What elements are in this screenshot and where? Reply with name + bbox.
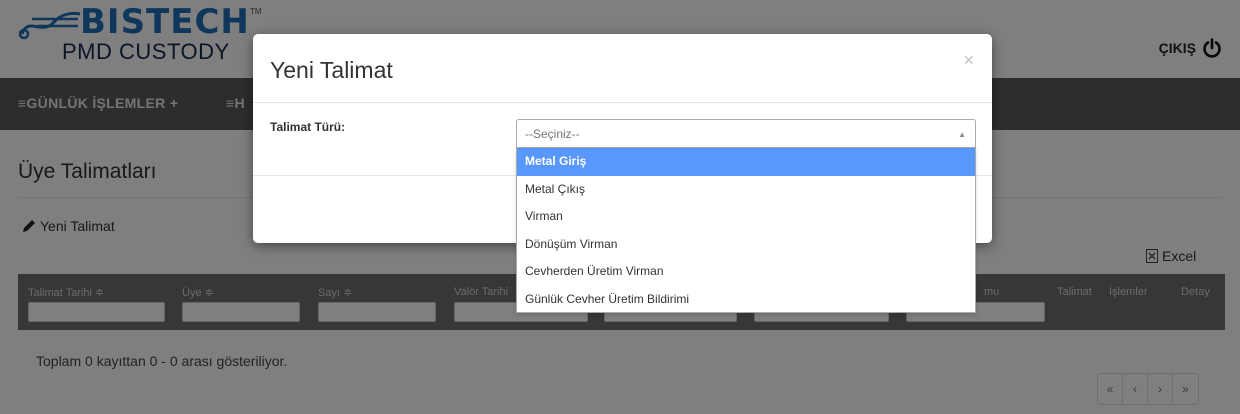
select-current-value: --Seçiniz-- (525, 127, 580, 141)
instruction-type-dropdown: Metal Giriş Metal Çıkış Virman Dönüşüm V… (516, 148, 976, 313)
option-daily-ore-production-report[interactable]: Günlük Cevher Üretim Bildirimi (517, 286, 975, 314)
modal-title: Yeni Talimat (270, 57, 393, 83)
instruction-type-select[interactable]: --Seçiniz-- ▲ (516, 119, 976, 148)
close-icon[interactable]: × (963, 50, 974, 71)
instruction-type-label: Talimat Türü: (270, 120, 346, 134)
option-conversion-transfer[interactable]: Dönüşüm Virman (517, 231, 975, 259)
modal-header-divider (253, 102, 992, 103)
option-ore-production-transfer[interactable]: Cevherden Üretim Virman (517, 258, 975, 286)
option-metal-entry[interactable]: Metal Giriş (517, 148, 975, 176)
option-transfer[interactable]: Virman (517, 203, 975, 231)
triangle-up-icon: ▲ (958, 130, 966, 139)
option-metal-exit[interactable]: Metal Çıkış (517, 176, 975, 204)
